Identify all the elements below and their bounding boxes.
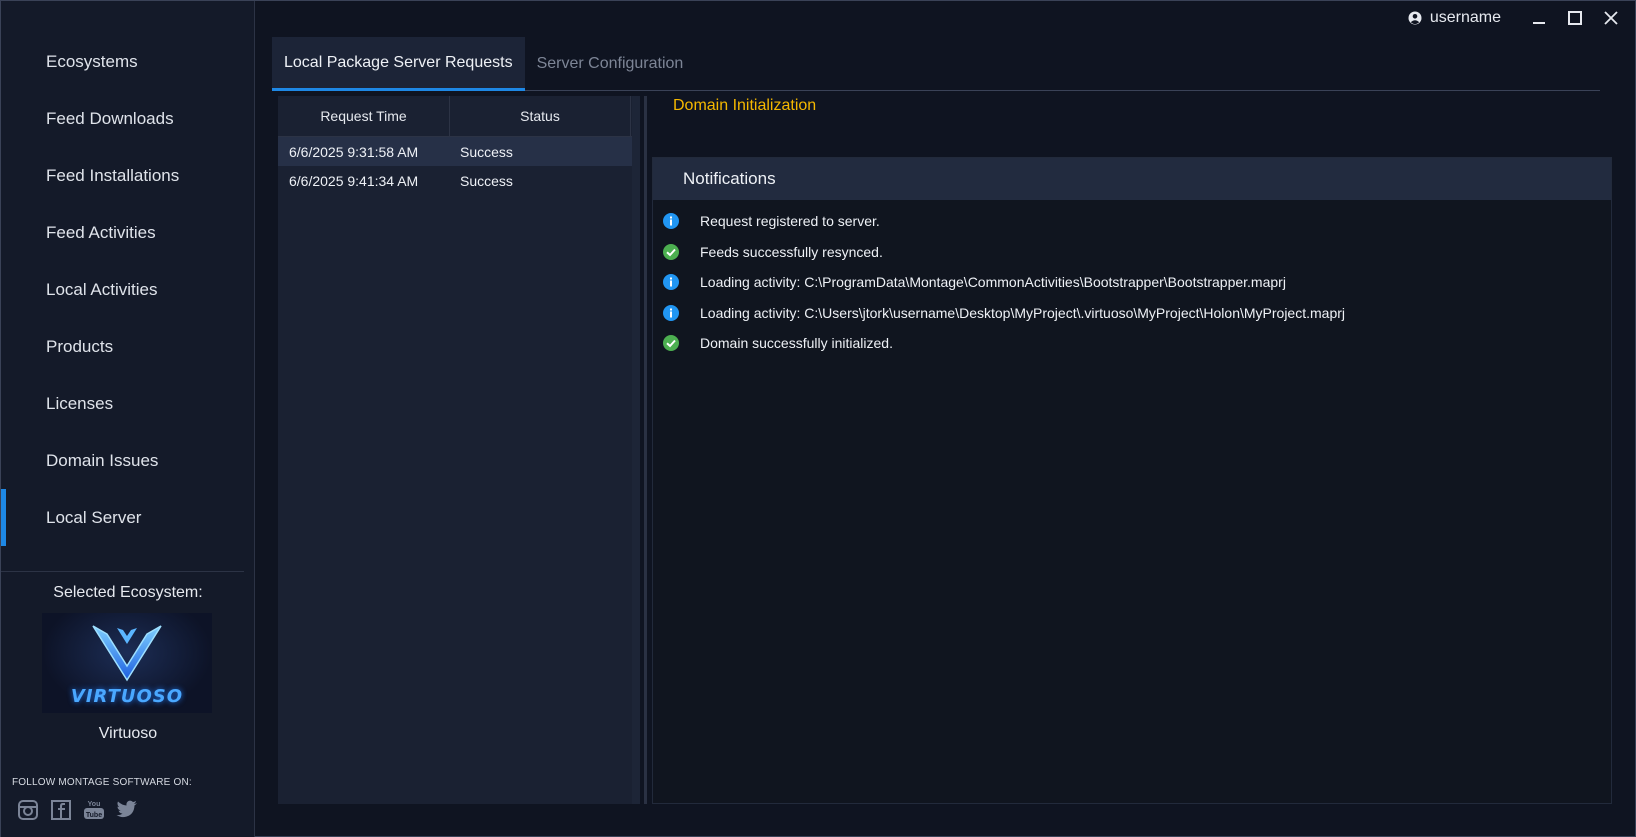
minimize-icon xyxy=(1533,22,1545,24)
notification-text: Loading activity: C:\Users\jtork\usernam… xyxy=(700,304,1345,321)
column-header-status[interactable]: Status xyxy=(450,96,631,136)
notification-text: Loading activity: C:\ProgramData\Montage… xyxy=(700,274,1286,291)
user-icon xyxy=(1408,11,1422,25)
follow-text: FOLLOW MONTAGE SOFTWARE ON: xyxy=(12,777,192,788)
sidebar-item-local-server[interactable]: Local Server xyxy=(1,489,254,546)
sidebar-item-label: Domain Issues xyxy=(46,450,159,470)
sidebar-divider xyxy=(1,571,244,572)
sidebar-item-label: Products xyxy=(46,336,114,356)
table-scrollbar[interactable] xyxy=(632,96,640,804)
title-bar: username xyxy=(255,1,1635,35)
request-time-cell: 6/6/2025 9:31:58 AM xyxy=(289,143,419,160)
user-menu[interactable]: username xyxy=(1408,9,1501,27)
facebook-icon[interactable] xyxy=(49,798,73,822)
info-icon xyxy=(662,304,680,322)
list-item: Loading activity: C:\ProgramData\Montage… xyxy=(653,267,1611,298)
sidebar-nav: Ecosystems Feed Downloads Feed Installat… xyxy=(1,33,254,546)
notification-text: Request registered to server. xyxy=(700,213,880,230)
column-header-request-time[interactable]: Request Time xyxy=(278,96,450,136)
username-label: username xyxy=(1429,9,1501,26)
sidebar-item-label: Local Server xyxy=(46,507,142,527)
sidebar-item-label: Feed Installations xyxy=(46,165,180,185)
tab-server-configuration[interactable]: Server Configuration xyxy=(525,37,696,91)
sidebar-item-ecosystems[interactable]: Ecosystems xyxy=(1,33,254,90)
instagram-icon[interactable] xyxy=(16,798,40,822)
ecosystem-logo-text: VIRTUOSO xyxy=(70,685,184,707)
table-row[interactable]: 6/6/2025 9:41:34 AM Success xyxy=(278,166,640,195)
sidebar-item-feed-activities[interactable]: Feed Activities xyxy=(1,204,254,261)
app-window: Ecosystems Feed Downloads Feed Installat… xyxy=(0,0,1636,837)
sidebar-item-label: Licenses xyxy=(46,393,114,413)
close-button[interactable] xyxy=(1593,1,1629,35)
twitter-icon[interactable] xyxy=(115,798,139,822)
social-links: You Tube xyxy=(16,798,139,822)
table-row[interactable]: 6/6/2025 9:31:58 AM Success xyxy=(278,137,640,166)
info-icon xyxy=(662,212,680,230)
notification-text: Domain successfully initialized. xyxy=(700,335,893,352)
minimize-button[interactable] xyxy=(1521,1,1557,35)
table-header: Request Time Status xyxy=(278,96,640,137)
detail-title: Domain Initialization xyxy=(673,97,817,114)
svg-text:You: You xyxy=(88,801,101,808)
maximize-button[interactable] xyxy=(1557,1,1593,35)
notifications-panel: Notifications Request registered to serv… xyxy=(652,157,1612,804)
sidebar-item-label: Local Activities xyxy=(46,279,158,299)
requests-table: Request Time Status 6/6/2025 9:31:58 AM … xyxy=(278,96,640,804)
check-circle-icon xyxy=(662,334,680,352)
notifications-list: Request registered to server. Feeds succ… xyxy=(653,200,1611,359)
sidebar-item-label: Feed Activities xyxy=(46,222,156,242)
list-item: Request registered to server. xyxy=(653,206,1611,237)
tab-local-package-server-requests[interactable]: Local Package Server Requests xyxy=(272,37,525,91)
sidebar-item-label: Ecosystems xyxy=(46,51,138,71)
status-cell: Success xyxy=(460,143,513,160)
youtube-icon[interactable]: You Tube xyxy=(82,798,106,822)
selected-ecosystem-label: Selected Ecosystem: xyxy=(53,584,203,601)
notifications-header: Notifications xyxy=(653,158,1611,200)
list-item: Feeds successfully resynced. xyxy=(653,237,1611,268)
sidebar-item-feed-installations[interactable]: Feed Installations xyxy=(1,147,254,204)
check-circle-icon xyxy=(662,243,680,261)
virtuoso-v-logo-icon xyxy=(92,624,162,681)
list-item: Loading activity: C:\Users\jtork\usernam… xyxy=(653,298,1611,329)
ecosystem-logo[interactable]: VIRTUOSO xyxy=(42,613,212,713)
notification-text: Feeds successfully resynced. xyxy=(700,243,883,260)
svg-text:Tube: Tube xyxy=(86,812,102,819)
sidebar-item-label: Feed Downloads xyxy=(46,108,174,128)
sidebar-item-products[interactable]: Products xyxy=(1,318,254,375)
request-time-cell: 6/6/2025 9:41:34 AM xyxy=(289,172,419,189)
panel-splitter[interactable] xyxy=(644,96,647,804)
sidebar-item-domain-issues[interactable]: Domain Issues xyxy=(1,432,254,489)
close-icon xyxy=(1604,11,1618,25)
info-icon xyxy=(662,273,680,291)
status-cell: Success xyxy=(460,172,513,189)
sidebar-item-feed-downloads[interactable]: Feed Downloads xyxy=(1,90,254,147)
list-item: Domain successfully initialized. xyxy=(653,328,1611,359)
tab-bar: Local Package Server Requests Server Con… xyxy=(272,37,1600,91)
sidebar-item-licenses[interactable]: Licenses xyxy=(1,375,254,432)
sidebar-item-local-activities[interactable]: Local Activities xyxy=(1,261,254,318)
maximize-icon xyxy=(1568,11,1582,25)
ecosystem-name: Virtuoso xyxy=(98,725,158,742)
sidebar: Ecosystems Feed Downloads Feed Installat… xyxy=(1,1,255,837)
